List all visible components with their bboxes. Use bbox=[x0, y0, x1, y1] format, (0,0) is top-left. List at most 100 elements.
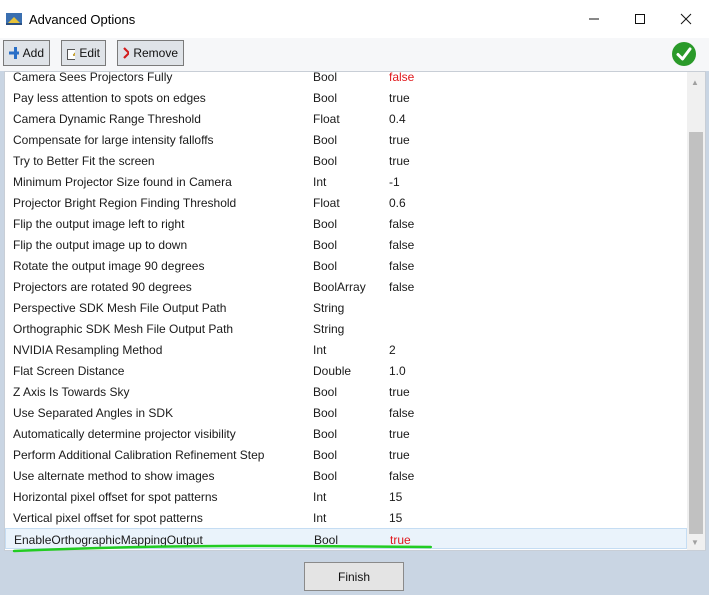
remove-button[interactable]: Remove bbox=[117, 40, 184, 66]
option-row[interactable]: Camera Sees Projectors Fully Bool false bbox=[5, 71, 687, 87]
option-type: String bbox=[313, 301, 345, 315]
option-name: Vertical pixel offset for spot patterns bbox=[13, 511, 203, 525]
option-name: Use Separated Angles in SDK bbox=[13, 406, 174, 420]
option-row[interactable]: Use alternate method to show images Bool f… bbox=[5, 465, 687, 486]
finish-button[interactable]: Finish bbox=[304, 562, 404, 591]
option-value: false bbox=[389, 259, 415, 273]
option-row[interactable]: Vertical pixel offset for spot patterns I… bbox=[5, 507, 687, 528]
option-name: Try to Better Fit the screen bbox=[13, 154, 155, 168]
option-name: Pay less attention to spots on edges bbox=[13, 91, 206, 105]
option-name: Minimum Projector Size found in Camera bbox=[13, 175, 232, 189]
option-type: Bool bbox=[313, 259, 338, 273]
option-row[interactable]: Use Separated Angles in SDK Bool false bbox=[5, 402, 687, 423]
option-name: Automatically determine projector visibi… bbox=[13, 427, 236, 441]
option-row[interactable]: Perspective SDK Mesh File Output Path Str… bbox=[5, 297, 687, 318]
option-name: Horizontal pixel offset for spot pattern… bbox=[13, 490, 218, 504]
option-row[interactable]: Rotate the output image 90 degrees Bool fa… bbox=[5, 255, 687, 276]
option-row[interactable]: Compensate for large intensity falloffs B… bbox=[5, 129, 687, 150]
checkmark-ok-icon[interactable] bbox=[671, 41, 697, 67]
window-controls bbox=[571, 0, 709, 38]
delete-x-icon bbox=[123, 47, 130, 59]
option-type: Bool bbox=[314, 533, 339, 547]
option-row[interactable]: Camera Dynamic Range Threshold Float 0.4 bbox=[5, 108, 687, 129]
option-value: true bbox=[389, 385, 410, 399]
option-type: Bool bbox=[313, 385, 338, 399]
option-type: Bool bbox=[313, 469, 338, 483]
scrollbar-thumb[interactable] bbox=[689, 132, 703, 534]
option-row[interactable]: Projectors are rotated 90 degrees BoolArr… bbox=[5, 276, 687, 297]
option-value: false bbox=[389, 238, 415, 252]
option-name: Projectors are rotated 90 degrees bbox=[13, 280, 192, 294]
option-name: Perspective SDK Mesh File Output Path bbox=[13, 301, 227, 315]
option-value: false bbox=[389, 71, 415, 84]
option-name: EnableOrthographicMappingOutput bbox=[14, 533, 203, 547]
option-row[interactable]: Pay less attention to spots on edges Bool… bbox=[5, 87, 687, 108]
option-row[interactable]: Automatically determine projector visibi… bbox=[5, 423, 687, 444]
app-icon bbox=[6, 13, 22, 25]
option-value: true bbox=[389, 154, 410, 168]
option-name: Perform Additional Calibration Refinemen… bbox=[13, 448, 265, 462]
option-row[interactable]: Horizontal pixel offset for spot pattern… bbox=[5, 486, 687, 507]
option-type: Bool bbox=[313, 91, 338, 105]
option-row[interactable]: Z Axis Is Towards Sky Bool true bbox=[5, 381, 687, 402]
option-value: true bbox=[389, 427, 410, 441]
option-type: Int bbox=[313, 511, 327, 525]
option-name: Flat Screen Distance bbox=[13, 364, 125, 378]
option-value: 15 bbox=[389, 490, 403, 504]
option-type: Double bbox=[313, 364, 352, 378]
add-button-label: Add bbox=[22, 46, 44, 60]
option-value: true bbox=[390, 533, 411, 547]
option-value: false bbox=[389, 217, 415, 231]
options-grid: Camera Sees Projectors Fully Bool false Pay… bbox=[4, 71, 706, 551]
option-row[interactable]: NVIDIA Resampling Method Int 2 bbox=[5, 339, 687, 360]
plus-icon bbox=[9, 47, 19, 59]
options-list: Camera Sees Projectors Fully Bool false Pay… bbox=[5, 71, 687, 549]
remove-button-label: Remove bbox=[133, 46, 178, 60]
option-value: 0.4 bbox=[389, 112, 406, 126]
option-name: Orthographic SDK Mesh File Output Path bbox=[13, 322, 234, 336]
option-name: Camera Dynamic Range Threshold bbox=[13, 112, 201, 126]
option-value: 0.6 bbox=[389, 196, 406, 210]
edit-button[interactable]: Edit bbox=[61, 40, 106, 66]
option-type: Bool bbox=[313, 154, 338, 168]
option-type: Bool bbox=[313, 217, 338, 231]
title-bar: Advanced Options bbox=[0, 0, 709, 38]
option-row[interactable]: Flat Screen Distance Double 1.0 bbox=[5, 360, 687, 381]
option-value: true bbox=[389, 448, 410, 462]
option-row[interactable]: Perform Additional Calibration Refinemen… bbox=[5, 444, 687, 465]
option-row[interactable]: Projector Bright Region Finding Threshol… bbox=[5, 192, 687, 213]
edit-button-label: Edit bbox=[79, 46, 100, 60]
option-value: false bbox=[389, 280, 415, 294]
scroll-down-arrow-icon[interactable]: ▼ bbox=[691, 538, 699, 547]
option-row[interactable]: Flip the output image up to down Bool fals… bbox=[5, 234, 687, 255]
minimize-button[interactable] bbox=[571, 0, 617, 38]
window-title: Advanced Options bbox=[29, 11, 136, 27]
option-value: 1.0 bbox=[389, 364, 406, 378]
option-type: Int bbox=[313, 343, 327, 357]
option-row[interactable]: Minimum Projector Size found in Camera In… bbox=[5, 171, 687, 192]
scroll-up-arrow-icon[interactable]: ▲ bbox=[691, 78, 699, 87]
option-row[interactable]: Try to Better Fit the screen Bool true bbox=[5, 150, 687, 171]
add-button[interactable]: Add bbox=[3, 40, 50, 66]
maximize-button[interactable] bbox=[617, 0, 663, 38]
option-type: Int bbox=[313, 490, 327, 504]
option-type: Bool bbox=[313, 238, 338, 252]
option-name: Compensate for large intensity falloffs bbox=[13, 133, 214, 147]
vertical-scrollbar[interactable]: ▲ ▼ bbox=[687, 72, 705, 550]
option-row[interactable]: EnableOrthographicMappingOutput Bool true bbox=[5, 528, 687, 549]
option-type: String bbox=[313, 322, 345, 336]
option-name: Camera Sees Projectors Fully bbox=[13, 71, 173, 84]
option-type: Bool bbox=[313, 71, 338, 84]
option-value: false bbox=[389, 406, 415, 420]
option-row[interactable]: Orthographic SDK Mesh File Output Path St… bbox=[5, 318, 687, 339]
option-type: Float bbox=[313, 196, 340, 210]
option-name: Flip the output image left to right bbox=[13, 217, 185, 231]
option-name: Projector Bright Region Finding Threshol… bbox=[13, 196, 237, 210]
close-button[interactable] bbox=[663, 0, 709, 38]
option-name: Use alternate method to show images bbox=[13, 469, 215, 483]
option-value: false bbox=[389, 469, 415, 483]
toolbar: Add Edit Remove bbox=[0, 38, 709, 71]
option-name: Z Axis Is Towards Sky bbox=[13, 385, 130, 399]
option-type: Int bbox=[313, 175, 327, 189]
option-row[interactable]: Flip the output image left to right Bool f… bbox=[5, 213, 687, 234]
